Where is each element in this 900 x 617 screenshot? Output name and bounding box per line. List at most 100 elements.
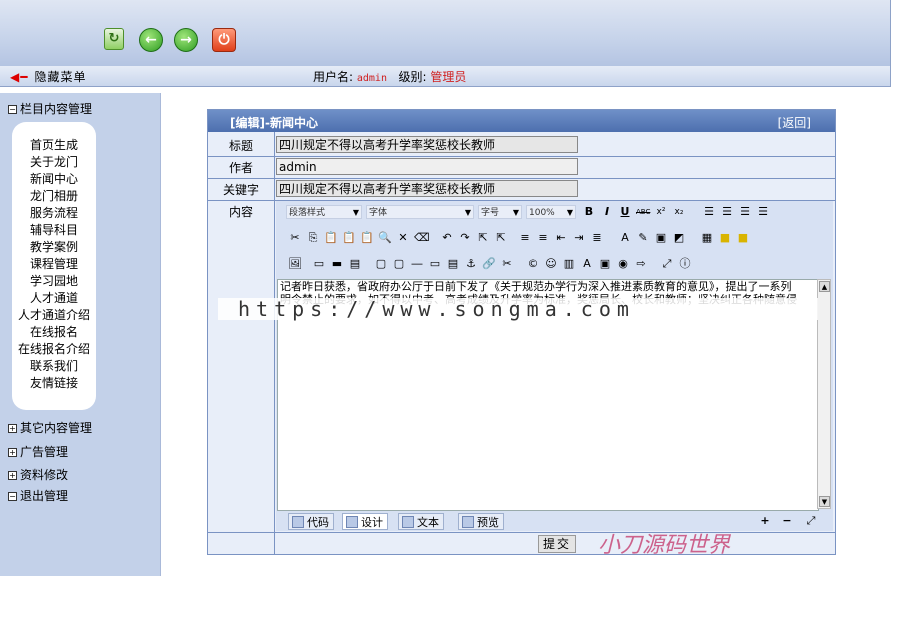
sidebar-item[interactable]: 人才通道	[0, 289, 108, 306]
underline-icon[interactable]: U	[618, 205, 632, 219]
special-char-icon[interactable]: ©	[526, 257, 540, 271]
title-input[interactable]: 四川规定不得以高考升学率奖惩校长教师	[276, 136, 578, 153]
font-select[interactable]: 字体 ▼	[366, 205, 474, 219]
insert-frame-icon[interactable]: ▭	[312, 257, 326, 271]
sidebar-group-logout[interactable]: − 退出管理	[8, 487, 68, 504]
size-select[interactable]: 字号 ▼	[478, 205, 522, 219]
sidebar-item[interactable]: 教学案例	[0, 238, 108, 255]
align-left-icon[interactable]: ☰	[702, 205, 716, 219]
scroll-down-icon[interactable]: ▼	[819, 496, 830, 507]
editor-scrollbar[interactable]: ▲ ▼	[817, 279, 831, 509]
find-icon[interactable]: 🔍	[378, 231, 392, 245]
sidebar-item[interactable]: 人才通道介绍	[0, 306, 108, 323]
zoom-select[interactable]: 100% ▼	[526, 205, 576, 219]
copy-icon[interactable]: ⎘	[306, 231, 320, 245]
bold-icon[interactable]: B	[582, 205, 596, 219]
mode-code-tab[interactable]: 代码	[288, 513, 334, 530]
hide-menu-button[interactable]: ◀━ 隐藏菜单	[10, 68, 86, 85]
sidebar-item[interactable]: 服务流程	[0, 204, 108, 221]
sidebar-item[interactable]: 课程管理	[0, 255, 108, 272]
paragraph-style-select[interactable]: 段落样式 ▼	[286, 205, 362, 219]
unordered-list-icon[interactable]: ≡	[536, 231, 550, 245]
sidebar-group-profile[interactable]: + 资料修改	[8, 466, 68, 483]
insert-page-icon[interactable]: ▢	[392, 257, 406, 271]
line-spacing-icon[interactable]: ≣	[590, 231, 604, 245]
paste-word-icon[interactable]: 📋	[360, 231, 374, 245]
cut-icon[interactable]: ✂	[288, 231, 302, 245]
shrink-icon[interactable]: −	[780, 514, 794, 528]
paste-icon[interactable]: 📋	[324, 231, 338, 245]
fullscreen-icon[interactable]: ⤢	[660, 257, 674, 271]
ordered-list-icon[interactable]: ≡	[518, 231, 532, 245]
align-right-icon[interactable]: ☰	[738, 205, 752, 219]
sidebar-item[interactable]: 友情链接	[0, 374, 108, 391]
sidebar-group-content[interactable]: − 栏目内容管理	[8, 100, 92, 117]
enlarge-icon[interactable]: +	[758, 514, 772, 528]
maximize-icon[interactable]: ⤢	[804, 514, 818, 528]
sidebar-group-ads[interactable]: + 广告管理	[8, 443, 68, 460]
power-icon[interactable]: ⏻	[212, 28, 236, 52]
refresh-icon[interactable]: ↻	[104, 28, 124, 50]
sidebar-item[interactable]: 在线报名介绍	[0, 340, 108, 357]
insert-hr-icon[interactable]: ―	[410, 257, 424, 271]
mode-preview-tab[interactable]: 预览	[458, 513, 504, 530]
insert-layer-icon[interactable]: ■	[718, 231, 732, 245]
import-icon[interactable]: ⇨	[634, 257, 648, 271]
sidebar-item[interactable]: 龙门相册	[0, 187, 108, 204]
insert-date-icon[interactable]: ▢	[374, 257, 388, 271]
keywords-input[interactable]: 四川规定不得以高考升学率奖惩校长教师	[276, 180, 578, 197]
info-icon[interactable]: ⓘ	[678, 257, 692, 271]
art-text-icon[interactable]: A	[580, 257, 594, 271]
subscript-icon[interactable]: x₂	[672, 205, 686, 219]
table-icon[interactable]: ▦	[700, 231, 714, 245]
sidebar-item[interactable]: 联系我们	[0, 357, 108, 374]
insert-chart-icon[interactable]: ▥	[562, 257, 576, 271]
insert-input-icon[interactable]: ▭	[428, 257, 442, 271]
insert-box-icon[interactable]: ■	[736, 231, 750, 245]
eraser-icon[interactable]: ⌫	[414, 231, 430, 245]
align-center-icon[interactable]: ☰	[720, 205, 734, 219]
delete-icon[interactable]: ✕	[396, 231, 410, 245]
superscript-icon[interactable]: x²	[654, 205, 668, 219]
background-color-icon[interactable]: ▣	[654, 231, 668, 245]
pointer-icon[interactable]: ⇱	[494, 231, 508, 245]
back-arrow-icon[interactable]: ←	[139, 28, 163, 52]
sidebar-item[interactable]: 在线报名	[0, 323, 108, 340]
sidebar-group-other[interactable]: + 其它内容管理	[8, 419, 92, 436]
select-all-icon[interactable]: ⇱	[476, 231, 490, 245]
sidebar-item[interactable]: 关于龙门	[0, 153, 108, 170]
paste-text-icon[interactable]: 📋	[342, 231, 356, 245]
sidebar-item[interactable]: 首页生成	[0, 136, 108, 153]
strikethrough-icon[interactable]: ABC	[636, 205, 650, 219]
justify-icon[interactable]: ☰	[756, 205, 770, 219]
redo-icon[interactable]: ↷	[458, 231, 472, 245]
format-painter-icon[interactable]: ◩	[672, 231, 686, 245]
submit-button[interactable]: 提交	[538, 535, 576, 553]
undo-icon[interactable]: ↶	[440, 231, 454, 245]
mode-design-tab[interactable]: 设计	[342, 513, 388, 530]
outdent-icon[interactable]: ⇤	[554, 231, 568, 245]
highlight-icon[interactable]: ✎	[636, 231, 650, 245]
insert-image-icon[interactable]: 🖼	[288, 257, 302, 271]
anchor-icon[interactable]: ⚓	[464, 257, 478, 271]
link-icon[interactable]: 🔗	[482, 257, 496, 271]
insert-marquee-icon[interactable]: ▬	[330, 257, 344, 271]
forward-arrow-icon[interactable]: →	[174, 28, 198, 52]
insert-file-icon[interactable]: ▣	[598, 257, 612, 271]
sidebar-item[interactable]: 新闻中心	[0, 170, 108, 187]
insert-line-icon[interactable]: ▤	[348, 257, 362, 271]
text-color-icon[interactable]: A	[618, 231, 632, 245]
back-link[interactable]: [返回]	[778, 114, 811, 131]
insert-media-icon[interactable]: ▤	[446, 257, 460, 271]
sidebar-item[interactable]: 辅导科目	[0, 221, 108, 238]
author-input[interactable]: admin	[276, 158, 578, 175]
scroll-up-icon[interactable]: ▲	[819, 281, 830, 292]
sidebar-item[interactable]: 学习园地	[0, 272, 108, 289]
mode-text-tab[interactable]: 文本	[398, 513, 444, 530]
italic-icon[interactable]: I	[600, 205, 614, 219]
emoticon-icon[interactable]: ☺	[544, 257, 558, 271]
flash-icon[interactable]: ◉	[616, 257, 630, 271]
indent-icon[interactable]: ⇥	[572, 231, 586, 245]
unlink-icon[interactable]: ✂	[500, 257, 514, 271]
dropdown-icon: ▼	[566, 208, 573, 217]
